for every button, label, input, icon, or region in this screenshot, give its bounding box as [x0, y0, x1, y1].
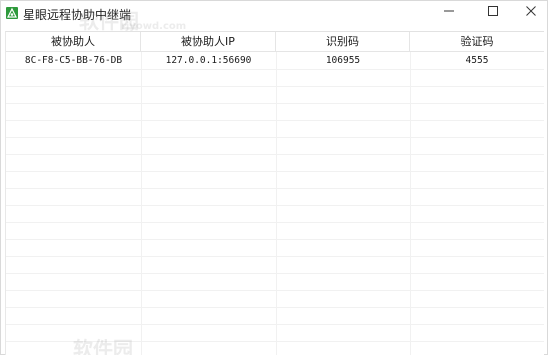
app-window: 星眼远程协助中继端 被协助人 被协助人IP 识别码 验证码 8C-F8-C5-B…	[0, 0, 548, 355]
maximize-button[interactable]	[475, 1, 511, 21]
list-header: 被协助人 被协助人IP 识别码 验证码	[6, 32, 544, 52]
cell-verify-code: 4555	[465, 55, 489, 66]
column-header-assisted-ip[interactable]: 被协助人IP	[141, 32, 276, 51]
app-logo-icon	[6, 7, 18, 19]
window-title: 星眼远程协助中继端	[23, 8, 132, 22]
maximize-icon	[488, 6, 498, 16]
minimize-icon	[444, 10, 454, 12]
table-row[interactable]: 8C-F8-C5-BB-76-DB 127.0.0.1:56690 106955…	[6, 52, 544, 69]
list-rows: 8C-F8-C5-BB-76-DB 127.0.0.1:56690 106955…	[6, 52, 544, 69]
column-header-id-code[interactable]: 识别码	[276, 32, 410, 51]
cell-assisted-user: 8C-F8-C5-BB-76-DB	[24, 55, 123, 66]
title-bar[interactable]: 星眼远程协助中继端	[1, 1, 547, 29]
close-icon	[526, 6, 536, 16]
column-header-verify-code[interactable]: 验证码	[410, 32, 544, 51]
session-list[interactable]: 被协助人 被协助人IP 识别码 验证码 8C-F8-C5-BB-76-DB 12…	[5, 31, 544, 355]
minimize-button[interactable]	[431, 1, 467, 21]
grid-lines	[6, 52, 544, 355]
close-button[interactable]	[513, 1, 548, 21]
cell-assisted-ip: 127.0.0.1:56690	[165, 55, 252, 66]
cell-id-code: 106955	[325, 55, 361, 66]
column-header-assisted-user[interactable]: 被协助人	[6, 32, 141, 51]
